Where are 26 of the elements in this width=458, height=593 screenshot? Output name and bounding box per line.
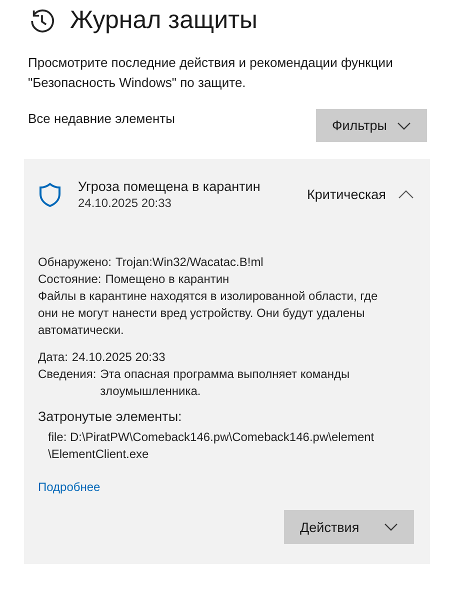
details-link[interactable]: Подробнее [38,479,100,496]
chevron-down-icon [397,122,411,130]
info-label: Сведения: [38,366,96,383]
event-title: Угроза помещена в карантин [78,179,262,194]
page-title: Журнал защиты [70,6,258,35]
chevron-icon[interactable] [398,190,414,199]
detail-value: Trojan:Win32/Wacatac.B!ml [116,254,264,271]
affected-title: Затронутые элементы: [38,408,183,425]
detail-value: Помещено в карантин [105,271,230,288]
detail-label: Обнаружено: [38,254,112,271]
shield-icon [38,182,62,208]
filter-label: Все недавние элементы [28,111,175,126]
quarantine-note: Файлы в карантине находятся в изолированной области, где они не могут нанести вред устройству. Они будут удалены автоматически. [38,288,379,339]
actions-button[interactable]: Действия [284,510,414,544]
info-value: Эта опасная программа выполняет команды злоумышленника. [100,366,351,400]
detail-label: Состояние: [38,271,102,288]
event-time: 24.10.2025 20:33 [78,196,172,210]
chevron-down-icon [384,523,398,531]
severity-label: Критическая [307,187,386,202]
info-label: Дата: [38,349,68,366]
file-path: file: D:\PiratPW\Comeback146.pw\Comeback146.pw\element [48,429,376,446]
info-value: 24.10.2025 20:33 [72,349,166,366]
filters-button[interactable]: Фильтры [316,109,427,142]
page-description: Просмотрите последние действия и рекомендации функции "Безопасность Windows" по защите. [28,54,394,92]
history-icon [28,6,56,34]
file-path: \ElementClient.exe [48,446,150,463]
